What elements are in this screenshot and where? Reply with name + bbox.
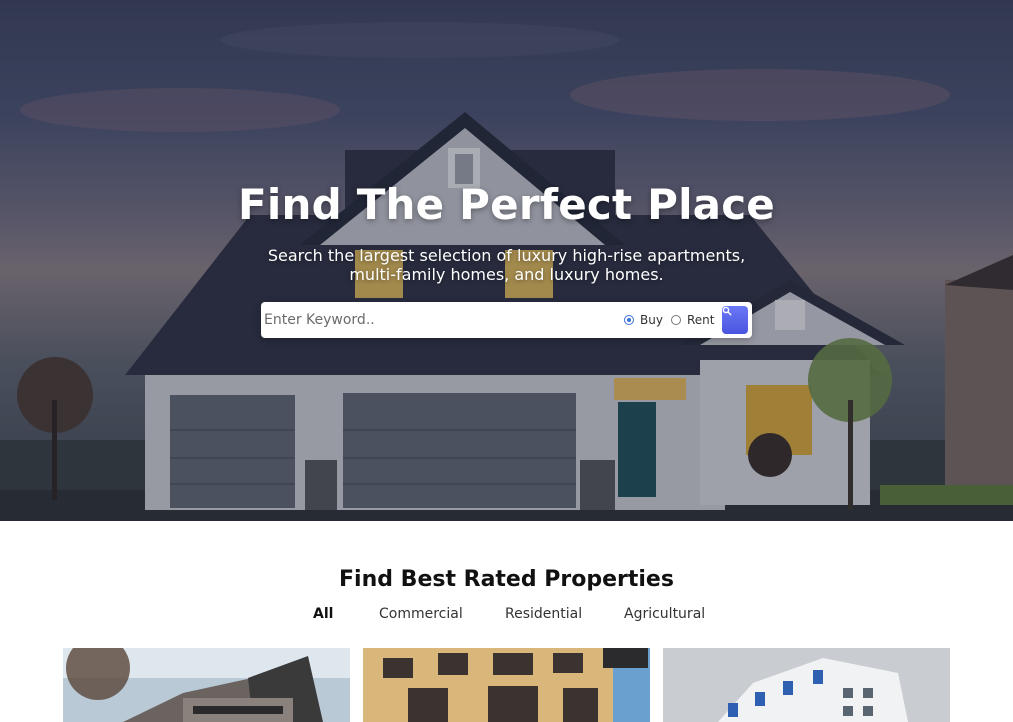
- tab-commercial[interactable]: Commercial: [379, 606, 463, 622]
- hero-banner: Find The Perfect Place Search the larges…: [0, 0, 1013, 521]
- property-card[interactable]: [663, 648, 950, 722]
- buy-radio-label: Buy: [640, 313, 663, 327]
- property-image: [363, 648, 650, 722]
- rent-radio[interactable]: [671, 315, 681, 325]
- hero-subtitle: Search the largest selection of luxury h…: [0, 246, 1013, 284]
- buy-radio[interactable]: [624, 315, 634, 325]
- rent-radio-option[interactable]: Rent: [671, 302, 715, 338]
- tab-residential[interactable]: Residential: [505, 606, 582, 622]
- property-card[interactable]: [63, 648, 350, 722]
- property-image: [663, 648, 950, 722]
- hero-subtitle-line: Search the largest selection of luxury h…: [267, 246, 746, 265]
- section-title: Find Best Rated Properties: [339, 567, 674, 592]
- search-icon: [722, 306, 732, 316]
- rent-radio-label: Rent: [687, 313, 715, 327]
- tab-all[interactable]: All: [313, 606, 333, 622]
- property-image: [63, 648, 350, 722]
- hero-title: Find The Perfect Place: [238, 180, 775, 229]
- property-card[interactable]: [363, 648, 650, 722]
- tab-agricultural[interactable]: Agricultural: [624, 606, 705, 622]
- search-bar: Buy Rent: [261, 302, 752, 338]
- hero-subtitle-line: multi-family homes, and luxury homes.: [349, 265, 664, 284]
- search-input[interactable]: [264, 306, 614, 334]
- property-filter-tabs: All Commercial Residential Agricultural: [0, 606, 1013, 628]
- search-button[interactable]: [722, 306, 748, 334]
- buy-radio-option[interactable]: Buy: [624, 302, 663, 338]
